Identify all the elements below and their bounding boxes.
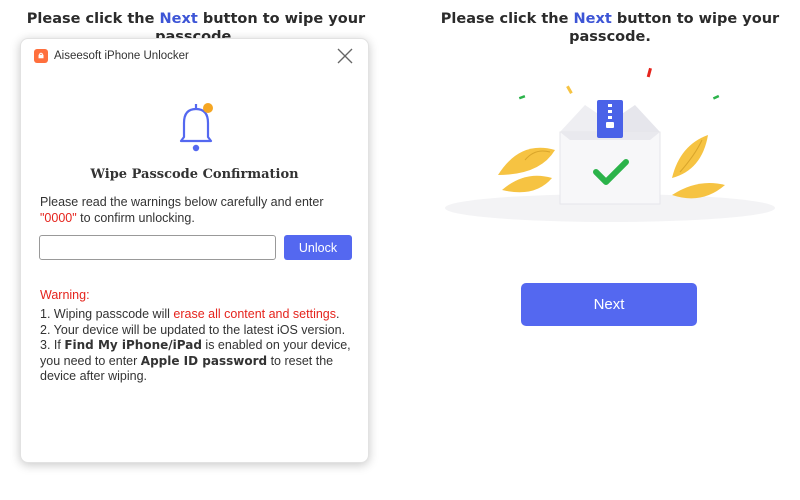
warnings-list: 1. Wiping passcode will erase all conten… — [40, 307, 355, 385]
dialog-heading: Wipe Passcode Confirmation — [90, 167, 299, 182]
dialog-instructions: Please read the warnings below carefully… — [40, 195, 324, 225]
next-highlight: Next — [573, 11, 612, 27]
bell-icon — [176, 99, 216, 154]
warning-item-3: 3. If Find My iPhone/iPad is enabled on … — [40, 338, 351, 383]
unlock-button[interactable]: Unlock — [284, 235, 352, 260]
dialog-app-title: Aiseesoft iPhone Unlocker — [54, 50, 189, 62]
next-highlight: Next — [159, 11, 198, 27]
box-checkmark-icon — [440, 60, 780, 230]
lock-icon: 🔒︎ — [34, 49, 48, 63]
warning-label: Warning: — [40, 288, 90, 302]
warning-item-1: 1. Wiping passcode will erase all conten… — [40, 307, 340, 321]
right-instruction-title: Please click the Next button to wipe you… — [440, 11, 780, 45]
confirm-code: "0000" — [40, 211, 77, 225]
dialog-titlebar: 🔒︎ Aiseesoft iPhone Unlocker — [21, 39, 368, 73]
warning-item-2: 2. Your device will be updated to the la… — [40, 322, 346, 337]
wipe-passcode-dialog: 🔒︎ Aiseesoft iPhone Unlocker Wipe Passco… — [20, 38, 369, 463]
close-icon[interactable] — [334, 45, 356, 67]
next-button[interactable]: Next — [521, 283, 697, 326]
confirm-code-input[interactable] — [39, 235, 276, 260]
